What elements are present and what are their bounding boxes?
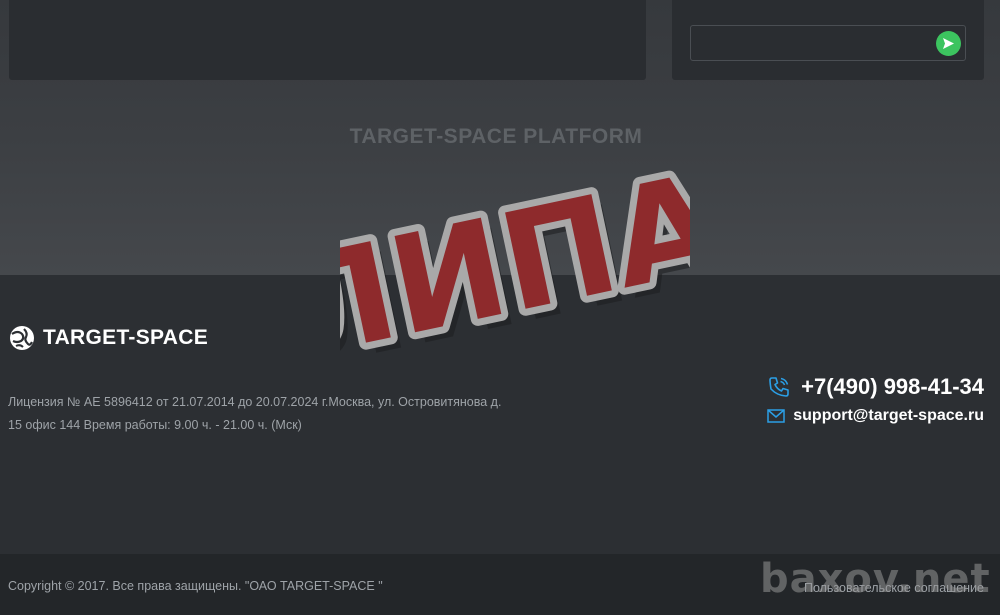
brand-name: TARGET-SPACE (43, 326, 208, 349)
license-info: Лицензия № АЕ 5896412 от 21.07.2014 до 2… (8, 391, 528, 437)
send-button[interactable] (936, 31, 961, 56)
content-panel (9, 0, 646, 80)
send-arrow-icon (943, 38, 954, 49)
copyright-text: Copyright © 2017. Все права защищены. "О… (8, 579, 383, 593)
platform-title: TARGET-SPACE PLATFORM (349, 125, 643, 148)
email-address[interactable]: support@target-space.ru (793, 407, 984, 425)
brand-logo[interactable]: TARGET-SPACE (9, 325, 208, 351)
phone-icon (769, 377, 789, 397)
contact-phone[interactable]: +7(490) 998-41-34 (767, 374, 984, 400)
globe-logo-icon (10, 326, 34, 350)
envelope-icon (767, 409, 785, 423)
user-agreement-link[interactable]: Пользовательское соглашение (804, 581, 984, 595)
license-line-1: Лицензия № АЕ 5896412 от 21.07.2014 до 2… (8, 395, 502, 409)
contact-email[interactable]: support@target-space.ru (767, 407, 984, 425)
license-line-2: 15 офис 144 Время работы: 9.00 ч. - 21.0… (8, 418, 302, 432)
message-input[interactable] (690, 25, 966, 61)
phone-number[interactable]: +7(490) 998-41-34 (801, 374, 984, 400)
